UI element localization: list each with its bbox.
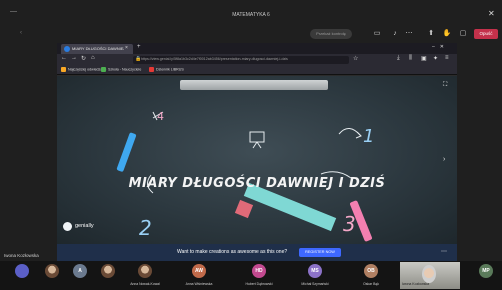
minimize-icon[interactable]: — — [10, 8, 20, 18]
shared-browser-window: MIARY DŁUGOŚCI DAWNIEJ I ... × + –✕ ← → … — [57, 43, 457, 261]
teams-meeting-window: — MATEMATYKA 6 ✕ ‹ Przekaż kontrolę ▭ ♪ … — [0, 0, 502, 290]
give-control-button[interactable]: Przekaż kontrolę — [310, 29, 352, 39]
back-arrow-icon[interactable]: ← — [61, 55, 67, 61]
share-icon[interactable]: ⬆ — [426, 29, 436, 39]
chat-icon[interactable]: ▢ — [458, 29, 468, 39]
new-tab-button[interactable]: + — [137, 44, 141, 50]
avatar: HD — [252, 264, 266, 278]
avatar: OB — [364, 264, 378, 278]
chalk-numeral: 2 — [139, 216, 152, 240]
participant-tile[interactable] — [8, 261, 36, 290]
banner-text: Want to make creations as awesome as thi… — [177, 249, 288, 255]
participant-tile[interactable]: A — [66, 261, 94, 290]
avatar: MP — [479, 264, 493, 278]
extensions-icon[interactable]: ✦ — [433, 55, 438, 62]
meeting-toolbar: ‹ Przekaż kontrolę ▭ ♪ ⋯ ⬆ ✋ ▢ Opuść — [0, 26, 502, 42]
slide-illustrations — [116, 111, 372, 242]
forward-arrow-icon[interactable]: → — [71, 55, 77, 61]
genially-logo-icon — [63, 222, 72, 231]
participant-name: Oskar Bąk — [363, 282, 379, 286]
address-bar[interactable]: 🔒 https://view.genial.ly/5f8a1b3c2d4e7f0… — [133, 56, 349, 64]
bookmark-most-visited[interactable]: Najczęściej odwiedzane — [61, 67, 106, 72]
navigation-bar: ← → ↻ ⌂ 🔒 https://view.genial.ly/5f8a1b3… — [57, 54, 457, 66]
avatar — [45, 264, 59, 278]
microphone-icon[interactable]: ♪ — [390, 29, 400, 39]
avatar: A — [73, 264, 87, 278]
browser-window-controls[interactable]: –✕ — [432, 44, 449, 50]
bookmarks-bar: Najczęściej odwiedzane Szkoła - Nauczyci… — [57, 66, 457, 75]
camera-icon[interactable]: ▭ — [372, 29, 382, 39]
chalk-numeral: 1 — [363, 126, 375, 147]
participant-name: Anna Wiśniewska — [185, 282, 213, 286]
participant-name: Michał Szymański — [301, 282, 329, 286]
self-video-feed — [422, 265, 436, 283]
leave-button[interactable]: Opuść — [474, 29, 498, 39]
avatar — [15, 264, 29, 278]
participant-tile[interactable] — [38, 261, 66, 290]
avatar: MS — [308, 264, 322, 278]
blue-chalk-icon — [116, 132, 137, 172]
bookmark-school[interactable]: Szkoła - Nauczyciele — [101, 67, 141, 72]
back-icon[interactable]: ‹ — [20, 30, 22, 36]
participant-tile[interactable]: OB Oskar Bąk — [348, 261, 394, 290]
favicon-icon — [64, 46, 70, 52]
menu-icon[interactable]: ≡ — [445, 55, 449, 61]
avatar — [138, 264, 152, 278]
self-name: Iwona Kozłowska — [402, 282, 430, 286]
bookmark-star-icon[interactable]: ☆ — [353, 55, 358, 62]
url-text: https://view.genial.ly/5f8a1b3c2d4e7f001… — [141, 57, 288, 61]
register-banner: Want to make creations as awesome as thi… — [57, 244, 457, 261]
genially-logo-text: genially — [75, 223, 94, 229]
home-icon[interactable]: ⌂ — [91, 55, 95, 61]
sidebar-icon[interactable]: ▣ — [421, 55, 427, 62]
chalk-numeral: 4 — [157, 110, 164, 123]
participant-tile[interactable]: Anna Nowak-Kowal — [122, 261, 168, 290]
participant-tile[interactable]: HD Hubert Dąbrowski — [236, 261, 282, 290]
participant-tile[interactable] — [94, 261, 122, 290]
close-icon[interactable]: ✕ — [488, 9, 498, 19]
presentation-viewer[interactable]: 2 3 1 4 MIARY DŁUGOŚCI DAWNIEJ I DZIŚ ⛶ … — [57, 76, 457, 244]
slide-title: MIARY DŁUGOŚCI DAWNIEJ I DZIŚ — [128, 176, 386, 191]
bookmark-librus[interactable]: Dziennik LIBRUS — [149, 67, 184, 72]
window-title: MATEMATYKA 6 — [232, 12, 270, 18]
tab-title: MIARY DŁUGOŚCI DAWNIEJ I ... — [72, 46, 124, 51]
more-icon[interactable]: ⋯ — [404, 29, 414, 39]
browser-tab[interactable]: MIARY DŁUGOŚCI DAWNIEJ I ... × — [61, 44, 133, 54]
reload-icon[interactable]: ↻ — [81, 55, 86, 62]
register-now-button[interactable]: REGISTER NOW — [299, 248, 341, 257]
participant-name: Hubert Dąbrowski — [245, 282, 273, 286]
participant-tile[interactable]: MP — [472, 261, 500, 290]
participant-name: Anna Nowak-Kowal — [130, 282, 160, 286]
tab-strip: MIARY DŁUGOŚCI DAWNIEJ I ... × + –✕ — [57, 43, 457, 54]
fullscreen-icon[interactable]: ⛶ — [443, 82, 447, 89]
tab-close-icon[interactable]: × — [125, 45, 128, 51]
next-slide-icon[interactable]: › — [443, 156, 445, 163]
presenter-name: Iwona Kozłowska — [4, 253, 39, 258]
library-icon[interactable]: ⫼ — [409, 55, 412, 62]
self-video-tile[interactable]: Iwona Kozłowska — [400, 262, 460, 289]
raise-hand-icon[interactable]: ✋ — [442, 29, 452, 39]
avatar — [101, 264, 115, 278]
downloads-icon[interactable]: ⤓ — [397, 55, 400, 62]
chalk-numeral: 3 — [343, 212, 356, 236]
participant-tile[interactable]: MS Michał Szymański — [292, 261, 338, 290]
avatar: AW — [192, 264, 206, 278]
more-options-icon[interactable]: ⋯ — [441, 248, 447, 255]
participant-tile[interactable]: AW Anna Wiśniewska — [176, 261, 222, 290]
